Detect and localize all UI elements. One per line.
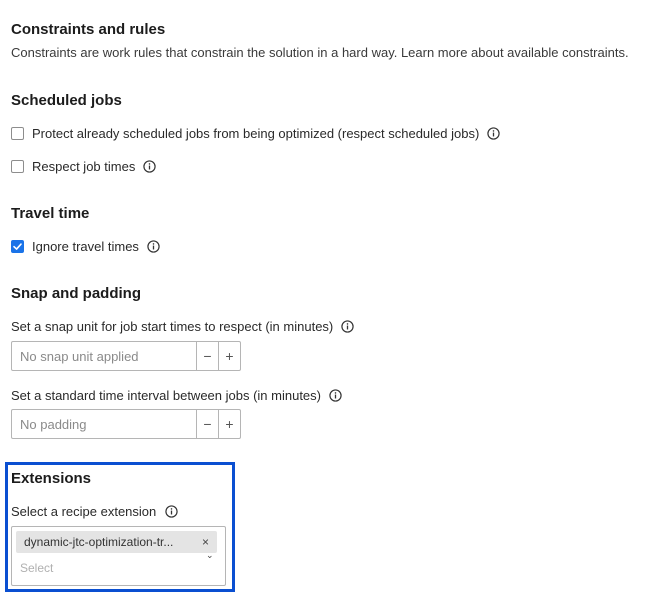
snap-unit-stepper: − + xyxy=(11,341,241,371)
snap-increment-button[interactable]: + xyxy=(218,342,240,370)
info-icon[interactable] xyxy=(329,389,342,402)
protect-scheduled-jobs-row[interactable]: Protect already scheduled jobs from bein… xyxy=(11,126,500,141)
ignore-travel-times-row[interactable]: Ignore travel times xyxy=(11,239,160,254)
snap-decrement-button[interactable]: − xyxy=(196,342,218,370)
checkmark-icon xyxy=(13,243,22,250)
constraints-title: Constraints and rules xyxy=(11,21,166,38)
snap-padding-title: Snap and padding xyxy=(11,285,141,302)
respect-job-times-label: Respect job times xyxy=(32,159,136,174)
remove-tag-icon[interactable]: × xyxy=(202,535,209,549)
chevron-down-icon[interactable]: ⌄ xyxy=(206,550,214,561)
select-placeholder: Select xyxy=(20,561,54,575)
snap-unit-label: Set a snap unit for job start times to r… xyxy=(11,319,334,334)
recipe-extension-label-row: Select a recipe extension xyxy=(11,504,178,519)
selected-extension-tag: dynamic-jtc-optimization-tr... × xyxy=(16,531,217,553)
recipe-extension-select[interactable]: dynamic-jtc-optimization-tr... × ⌄ Selec… xyxy=(11,526,226,586)
protect-scheduled-jobs-checkbox[interactable] xyxy=(11,127,24,140)
scheduled-jobs-title: Scheduled jobs xyxy=(11,92,122,109)
protect-scheduled-jobs-label: Protect already scheduled jobs from bein… xyxy=(32,126,480,141)
padding-increment-button[interactable]: + xyxy=(218,410,240,438)
selected-extension-label: dynamic-jtc-optimization-tr... xyxy=(24,535,174,549)
padding-input[interactable] xyxy=(12,410,196,438)
ignore-travel-times-label: Ignore travel times xyxy=(32,239,139,254)
info-icon[interactable] xyxy=(165,505,178,518)
constraints-description: Constraints are work rules that constrai… xyxy=(11,45,629,60)
recipe-extension-label: Select a recipe extension xyxy=(11,504,157,519)
info-icon[interactable] xyxy=(143,160,157,173)
snap-unit-label-row: Set a snap unit for job start times to r… xyxy=(11,319,354,334)
padding-label-row: Set a standard time interval between job… xyxy=(11,388,342,403)
info-icon[interactable] xyxy=(341,320,354,333)
padding-decrement-button[interactable]: − xyxy=(196,410,218,438)
padding-stepper: − + xyxy=(11,409,241,439)
info-icon[interactable] xyxy=(487,127,500,140)
info-icon[interactable] xyxy=(147,240,160,253)
extensions-title: Extensions xyxy=(11,470,92,487)
respect-job-times-checkbox[interactable] xyxy=(11,160,24,173)
respect-job-times-row[interactable]: Respect job times xyxy=(11,159,157,174)
padding-label: Set a standard time interval between job… xyxy=(11,388,321,403)
travel-time-title: Travel time xyxy=(11,205,90,222)
ignore-travel-times-checkbox[interactable] xyxy=(11,240,24,253)
snap-unit-input[interactable] xyxy=(12,342,196,370)
